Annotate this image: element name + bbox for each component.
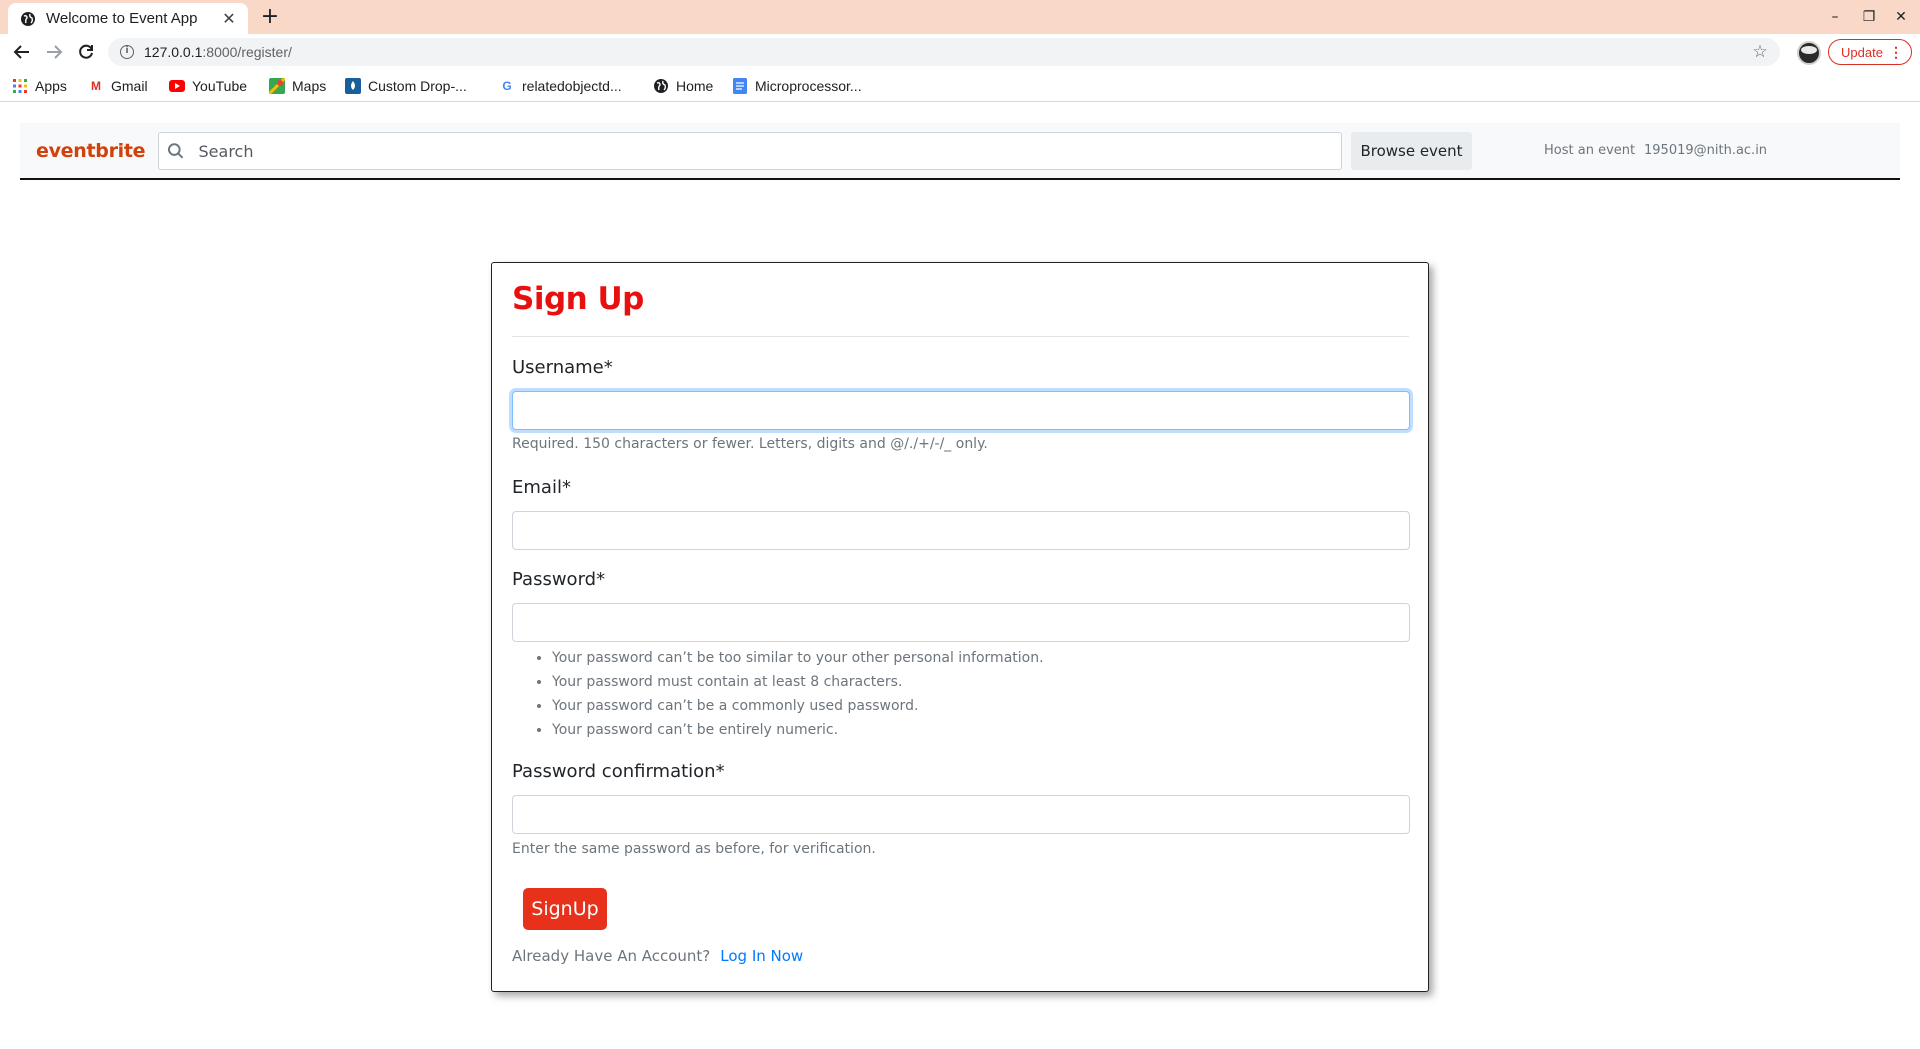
close-window-icon[interactable]: ✕ xyxy=(1890,6,1912,28)
bookmark-label: Custom Drop-... xyxy=(368,78,467,94)
globe-icon xyxy=(20,11,36,27)
site-info-icon[interactable]: i xyxy=(120,45,134,59)
custom-drop-icon xyxy=(345,78,361,94)
bookmark-label: relatedobjectd... xyxy=(522,78,622,94)
password-rule: Your password can’t be too similar to yo… xyxy=(552,646,1044,670)
bookmark-label: Gmail xyxy=(111,78,148,94)
docs-icon xyxy=(732,78,748,94)
close-tab-icon[interactable]: ✕ xyxy=(220,9,238,28)
forward-icon[interactable] xyxy=(42,40,66,64)
google-icon: G xyxy=(502,79,512,93)
bookmark-youtube[interactable]: YouTube xyxy=(169,76,247,96)
bookmark-star-icon[interactable]: ☆ xyxy=(1750,42,1770,62)
password-field[interactable] xyxy=(512,603,1410,642)
username-label: Username* xyxy=(512,357,613,378)
update-button[interactable]: Update ⋮ xyxy=(1828,39,1912,65)
new-tab-icon[interactable]: + xyxy=(258,6,282,30)
password-rule: Your password must contain at least 8 ch… xyxy=(552,670,1044,694)
bookmark-apps[interactable]: Apps xyxy=(12,76,67,96)
bookmark-label: YouTube xyxy=(192,78,248,94)
update-label: Update xyxy=(1841,44,1883,60)
username-help-text: Required. 150 characters or fewer. Lette… xyxy=(512,436,988,452)
address-bar[interactable]: i 127.0.0.1:8000/register/ ☆ xyxy=(108,38,1780,66)
user-email-link[interactable]: 195019@nith.ac.in xyxy=(1644,143,1767,158)
profile-avatar[interactable] xyxy=(1797,41,1821,65)
email-label: Email* xyxy=(512,477,571,498)
bookmark-relatedobject[interactable]: G relatedobjectd... xyxy=(499,76,622,96)
bookmarks-bar: Apps M Gmail YouTube Maps Custom Drop-..… xyxy=(0,70,1920,102)
url-host: 127.0.0.1 xyxy=(144,44,203,60)
maps-icon xyxy=(269,78,285,94)
youtube-icon xyxy=(169,78,185,94)
host-event-link[interactable]: Host an event xyxy=(1544,143,1635,158)
search-icon xyxy=(167,143,184,159)
account-prompt-text: Already Have An Account? xyxy=(512,947,711,965)
bookmark-maps[interactable]: Maps xyxy=(269,76,326,96)
password-rule: Your password can’t be entirely numeric. xyxy=(552,718,1044,742)
search-input[interactable] xyxy=(198,141,1341,161)
minimize-icon[interactable]: – xyxy=(1824,6,1846,28)
bookmark-microprocessor[interactable]: Microprocessor... xyxy=(732,76,862,96)
signup-card: Sign Up Username* Required. 150 characte… xyxy=(491,262,1429,992)
browser-tab[interactable]: Welcome to Event App ✕ xyxy=(8,3,248,34)
password-rule: Your password can’t be a commonly used p… xyxy=(552,694,1044,718)
password-rules-list: Your password can’t be too similar to yo… xyxy=(532,646,1044,742)
site-navbar: eventbrite Browse event Host an event 19… xyxy=(20,123,1900,180)
login-prompt: Already Have An Account? Log In Now xyxy=(512,947,803,965)
username-field[interactable] xyxy=(512,391,1410,430)
bookmark-custom-drop[interactable]: Custom Drop-... xyxy=(345,76,467,96)
back-icon[interactable] xyxy=(10,40,34,64)
bookmark-label: Maps xyxy=(292,78,327,94)
password-confirm-help-text: Enter the same password as before, for v… xyxy=(512,841,876,857)
browse-event-button[interactable]: Browse event xyxy=(1351,132,1472,170)
bookmark-home[interactable]: Home xyxy=(653,76,713,96)
menu-dots-icon: ⋮ xyxy=(1889,44,1903,60)
password-confirm-field[interactable] xyxy=(512,795,1410,834)
globe-icon xyxy=(653,78,669,94)
browser-toolbar: i 127.0.0.1:8000/register/ ☆ Update ⋮ xyxy=(0,34,1920,70)
bookmark-label: Home xyxy=(676,78,714,94)
password-confirm-label: Password confirmation* xyxy=(512,761,725,782)
password-label: Password* xyxy=(512,569,606,590)
page-title: Sign Up xyxy=(512,281,644,317)
gmail-icon: M xyxy=(91,79,101,93)
bookmark-label: Apps xyxy=(35,78,67,94)
restore-icon[interactable]: ❐ xyxy=(1858,6,1880,28)
login-link[interactable]: Log In Now xyxy=(720,947,803,965)
title-divider xyxy=(512,336,1409,337)
search-box xyxy=(158,132,1342,170)
apps-grid-icon xyxy=(12,78,28,94)
tab-title: Welcome to Event App xyxy=(46,10,198,27)
signup-button[interactable]: SignUp xyxy=(523,888,607,930)
bookmark-label: Microprocessor... xyxy=(755,78,862,94)
browser-tab-strip: Welcome to Event App ✕ + – ❐ ✕ xyxy=(0,0,1920,34)
email-field[interactable] xyxy=(512,511,1410,550)
bookmark-gmail[interactable]: M Gmail xyxy=(88,76,148,96)
url-path: :8000/register/ xyxy=(202,44,292,60)
brand-logo[interactable]: eventbrite xyxy=(36,140,146,162)
reload-icon[interactable] xyxy=(74,40,98,64)
